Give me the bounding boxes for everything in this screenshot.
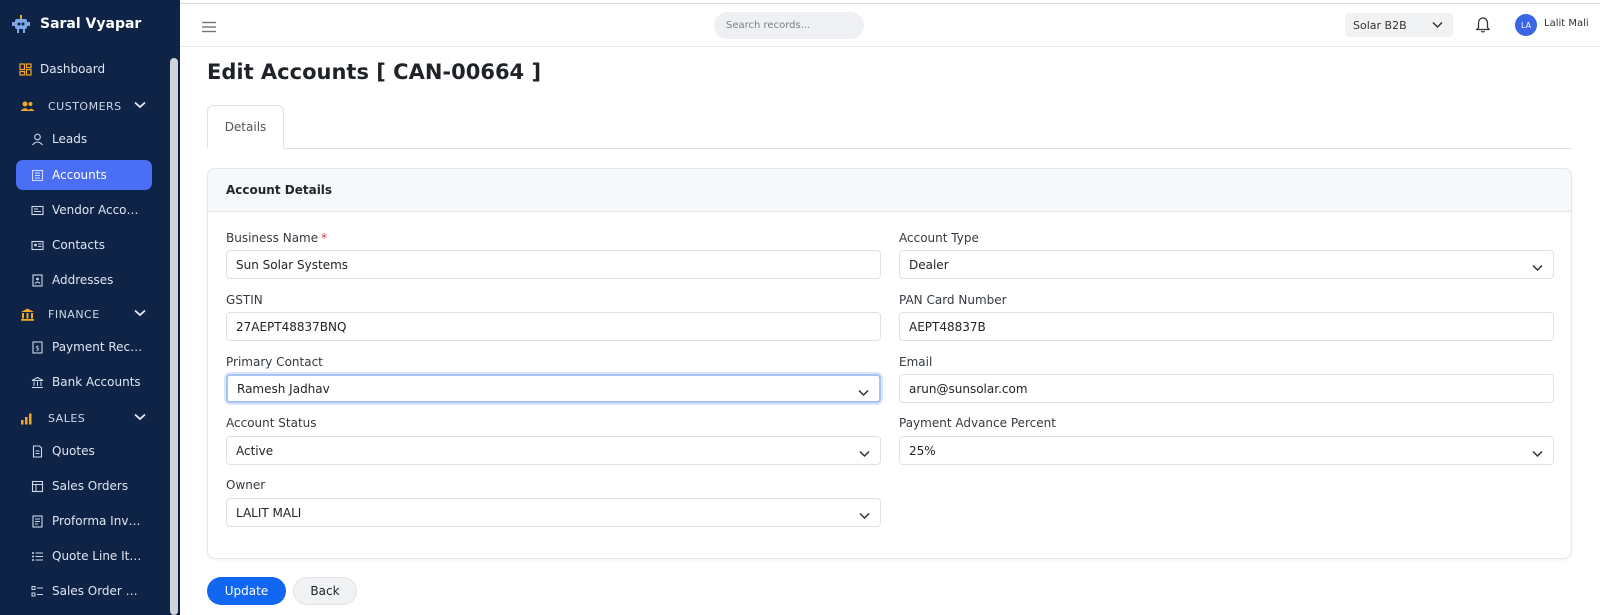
chevron-down-icon	[1432, 19, 1443, 32]
business-name-input[interactable]: Sun Solar Systems	[226, 250, 881, 279]
email-field[interactable]: arun@sunsolar.com	[899, 374, 1554, 403]
sidebar-item-accounts[interactable]: Accounts	[16, 160, 152, 190]
update-button[interactable]: Update	[207, 577, 286, 605]
document-icon	[30, 444, 44, 458]
sidebar-item-sales-order-line-items[interactable]: Sales Order Li...	[16, 576, 152, 606]
topbar: Solar B2B LA Lalit Mali	[180, 3, 1600, 47]
tab-details[interactable]: Details	[207, 105, 284, 149]
chevron-down-icon	[859, 447, 870, 461]
bar-chart-icon	[20, 411, 36, 425]
menu-toggle-icon[interactable]	[202, 18, 216, 37]
brand-name: Saral Vyapar	[40, 16, 142, 32]
back-button[interactable]: Back	[293, 577, 357, 605]
gstin-input[interactable]: 27AEPT48837BNQ	[226, 312, 881, 341]
payment-advance-label: Payment Advance Percent	[899, 416, 1056, 430]
sidebar-item-contacts[interactable]: Contacts	[16, 230, 152, 260]
sidebar-item-payment-receipts[interactable]: $ Payment Recei...	[16, 332, 152, 362]
bank-outline-icon	[30, 375, 44, 389]
account-type-select[interactable]: Dealer	[899, 250, 1554, 279]
email-label: Email	[899, 355, 933, 369]
pan-card-label: PAN Card Number	[899, 293, 1007, 307]
payment-advance-select[interactable]: 25%	[899, 436, 1554, 465]
sidebar-section-sales[interactable]: SALES	[16, 406, 146, 430]
checklist-icon	[30, 584, 44, 598]
primary-contact-label: Primary Contact	[226, 355, 323, 369]
chevron-down-icon	[1532, 261, 1543, 275]
contact-card-icon	[30, 238, 44, 252]
owner-select[interactable]: LALIT MALI	[226, 498, 881, 527]
address-book-icon	[30, 273, 44, 287]
chevron-down-icon	[859, 509, 870, 523]
list-icon	[30, 549, 44, 563]
bank-icon	[20, 307, 36, 321]
chevron-down-icon	[1532, 447, 1543, 461]
sidebar-item-leads[interactable]: Leads	[16, 124, 152, 154]
page-title: Edit Accounts [ CAN-00664 ]	[207, 60, 542, 84]
sidebar-item-dashboard[interactable]: Dashboard	[10, 54, 146, 84]
sidebar-item-quotes[interactable]: Quotes	[16, 436, 152, 466]
user-name[interactable]: Lalit Mali	[1544, 18, 1589, 29]
chevron-down-icon	[134, 411, 146, 424]
search-input[interactable]	[714, 12, 864, 39]
sidebar: Saral Vyapar Dashboard CUSTOMERS Leads A…	[0, 0, 180, 615]
owner-label: Owner	[226, 478, 266, 492]
bell-icon[interactable]	[1475, 16, 1491, 38]
chevron-down-icon	[134, 99, 146, 112]
account-status-label: Account Status	[226, 416, 317, 430]
vendor-card-icon	[30, 203, 44, 217]
users-icon	[20, 99, 36, 113]
sidebar-section-finance[interactable]: FINANCE	[16, 302, 146, 326]
brand[interactable]: Saral Vyapar	[0, 0, 180, 48]
business-name-label: Business Name *	[226, 231, 328, 245]
user-icon	[30, 132, 44, 146]
invoice-icon	[30, 514, 44, 528]
sidebar-item-vendor-accounts[interactable]: Vendor Accounts	[16, 195, 152, 225]
building-icon	[30, 168, 44, 182]
card-title: Account Details	[208, 169, 1571, 212]
sidebar-item-sales-orders[interactable]: Sales Orders	[16, 471, 152, 501]
sidebar-item-proforma-invoices[interactable]: Proforma Invoi...	[16, 506, 152, 536]
company-select[interactable]: Solar B2B	[1345, 13, 1453, 37]
sidebar-item-bank-accounts[interactable]: Bank Accounts	[16, 367, 152, 397]
receipt-icon: $	[30, 340, 44, 354]
svg-text:$: $	[35, 344, 39, 352]
sidebar-item-addresses[interactable]: Addresses	[16, 265, 152, 295]
sidebar-scrollbar[interactable]	[170, 58, 178, 615]
account-type-label: Account Type	[899, 231, 979, 245]
required-marker: *	[321, 231, 328, 245]
account-status-select[interactable]: Active	[226, 436, 881, 465]
chevron-down-icon	[858, 386, 869, 400]
chevron-down-icon	[134, 307, 146, 320]
pan-card-input[interactable]: AEPT48837B	[899, 312, 1554, 341]
tabs-divider	[207, 148, 1572, 149]
sidebar-item-quote-line-items[interactable]: Quote Line Ite...	[16, 541, 152, 571]
primary-contact-select[interactable]: Ramesh Jadhav	[226, 374, 881, 403]
avatar[interactable]: LA	[1515, 14, 1537, 36]
robot-logo-icon	[10, 13, 32, 35]
gstin-label: GSTIN	[226, 293, 263, 307]
dashboard-icon	[18, 62, 32, 76]
orders-icon	[30, 479, 44, 493]
sidebar-section-customers[interactable]: CUSTOMERS	[16, 94, 146, 118]
